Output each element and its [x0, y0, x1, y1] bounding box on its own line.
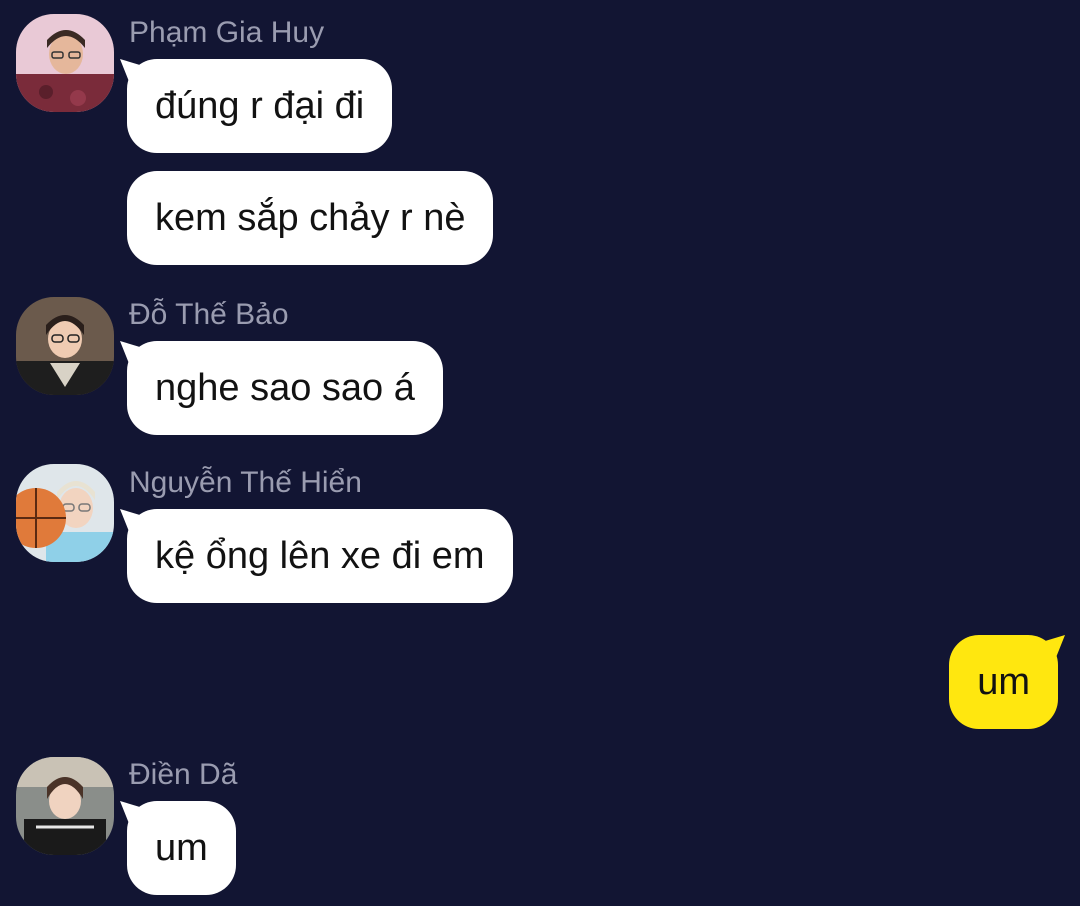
my-message-bubble[interactable]: um	[949, 635, 1058, 729]
avatar-photo-icon	[16, 297, 114, 395]
sender-name: Đỗ Thế Bảo	[129, 298, 289, 331]
sender-name: Nguyễn Thế Hiển	[129, 466, 362, 499]
message-bubble[interactable]: kệ ổng lên xe đi em	[127, 509, 513, 603]
avatar-photo-icon	[16, 464, 114, 562]
avatar[interactable]	[16, 14, 114, 112]
avatar-photo-icon	[16, 14, 114, 112]
sender-name: Phạm Gia Huy	[129, 16, 325, 49]
message-bubble[interactable]: um	[127, 801, 236, 895]
avatar-photo-icon	[16, 757, 114, 855]
avatar[interactable]	[16, 464, 114, 562]
message-bubble[interactable]: kem sắp chảy r nè	[127, 171, 494, 265]
chat-area[interactable]: Phạm Gia Huy đúng r đại đi kem sắp chảy …	[0, 0, 1080, 906]
avatar[interactable]	[16, 297, 114, 395]
avatar[interactable]	[16, 757, 114, 855]
message-bubble[interactable]: đúng r đại đi	[127, 59, 393, 153]
message-bubble[interactable]: nghe sao sao á	[127, 341, 443, 435]
sender-name: Điền Dã	[129, 758, 238, 791]
